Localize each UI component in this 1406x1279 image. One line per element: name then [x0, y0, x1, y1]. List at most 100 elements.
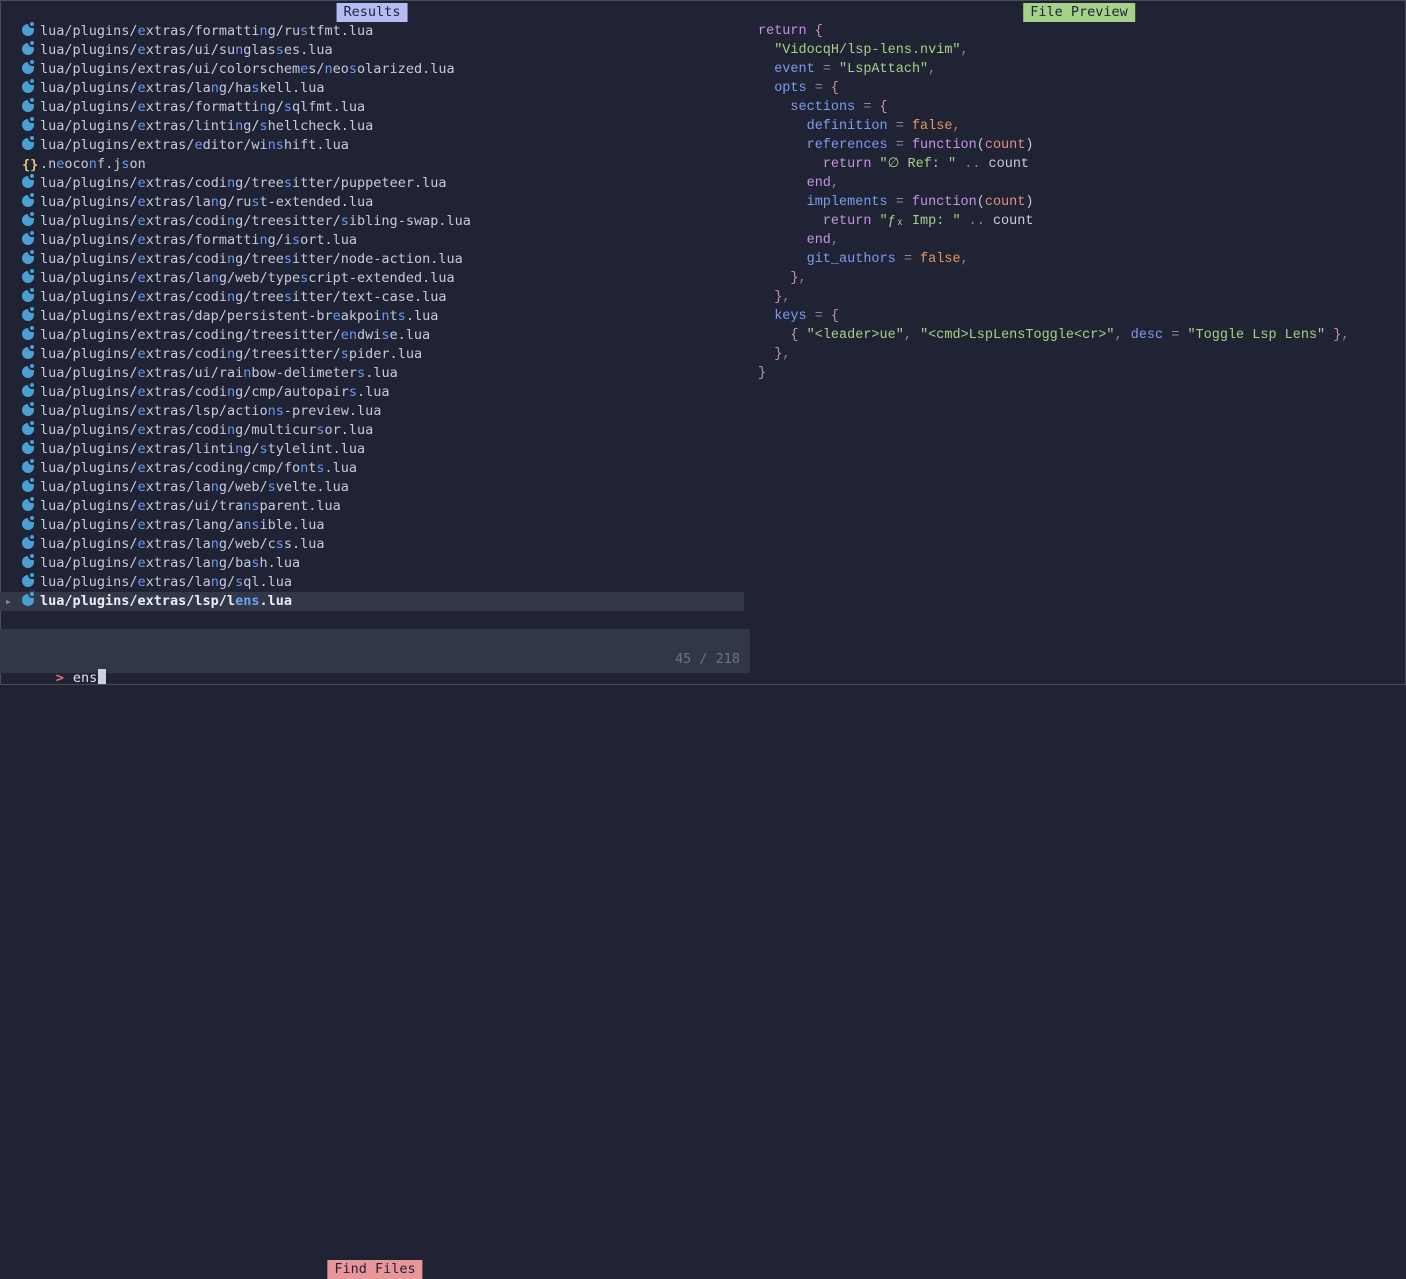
result-row[interactable]: lua/plugins/extras/editor/winshift.lua: [0, 136, 744, 155]
result-row[interactable]: lua/plugins/extras/coding/treesitter/pup…: [0, 174, 744, 193]
file-path: lua/plugins/extras/formatting/rustfmt.lu…: [40, 23, 373, 39]
lua-icon: [22, 403, 40, 416]
file-path: lua/plugins/extras/editor/winshift.lua: [40, 137, 349, 153]
lua-icon: [22, 308, 40, 321]
file-path: lua/plugins/extras/lang/sql.lua: [40, 574, 292, 590]
result-row[interactable]: ▸lua/plugins/extras/lsp/lens.lua: [0, 592, 744, 611]
file-path: lua/plugins/extras/ui/rainbow-delimeters…: [40, 365, 398, 381]
result-row[interactable]: {}.neoconf.json: [0, 155, 744, 174]
result-row[interactable]: lua/plugins/extras/lang/rust-extended.lu…: [0, 193, 744, 212]
result-row[interactable]: lua/plugins/extras/coding/treesitter/nod…: [0, 250, 744, 269]
lua-icon: [22, 61, 40, 74]
prompt-title: Find Files: [327, 1260, 422, 1279]
file-path: lua/plugins/extras/coding/treesitter/sib…: [40, 213, 471, 229]
lua-icon: [22, 384, 40, 397]
result-row[interactable]: lua/plugins/extras/formatting/sqlfmt.lua: [0, 98, 744, 117]
preview-code: return { "VidocqH/lsp-lens.nvim", event …: [758, 22, 1350, 383]
result-row[interactable]: lua/plugins/extras/coding/treesitter/sib…: [0, 212, 744, 231]
result-row[interactable]: lua/plugins/extras/coding/multicursor.lu…: [0, 421, 744, 440]
result-row[interactable]: lua/plugins/extras/lsp/actions-preview.l…: [0, 402, 744, 421]
file-path: lua/plugins/extras/coding/multicursor.lu…: [40, 422, 373, 438]
result-row[interactable]: lua/plugins/extras/lang/web/typescript-e…: [0, 269, 744, 288]
lua-icon: [22, 80, 40, 93]
file-path: lua/plugins/extras/coding/cmp/fonts.lua: [40, 460, 357, 476]
preview-title: File Preview: [1023, 3, 1135, 22]
file-path: lua/plugins/extras/lsp/actions-preview.l…: [40, 403, 381, 419]
text-cursor: [98, 669, 106, 684]
result-row[interactable]: lua/plugins/extras/ui/colorschemes/neoso…: [0, 60, 744, 79]
result-row[interactable]: lua/plugins/extras/coding/cmp/autopairs.…: [0, 383, 744, 402]
lua-icon: [22, 422, 40, 435]
lua-icon: [22, 270, 40, 283]
result-row[interactable]: lua/plugins/extras/lang/ansible.lua: [0, 516, 744, 535]
result-row[interactable]: lua/plugins/extras/ui/transparent.lua: [0, 497, 744, 516]
lua-icon: [22, 555, 40, 568]
result-row[interactable]: lua/plugins/extras/ui/sunglasses.lua: [0, 41, 744, 60]
result-row[interactable]: lua/plugins/extras/lang/sql.lua: [0, 573, 744, 592]
result-row[interactable]: lua/plugins/extras/coding/treesitter/tex…: [0, 288, 744, 307]
lua-icon: [22, 517, 40, 530]
lua-icon: [22, 536, 40, 549]
lua-icon: [22, 289, 40, 302]
telescope-window: Results File Preview lua/plugins/extras/…: [0, 0, 1406, 685]
lua-icon: [22, 42, 40, 55]
file-path: lua/plugins/extras/lang/web/css.lua: [40, 536, 325, 552]
lua-icon: [22, 118, 40, 131]
lua-icon: [22, 498, 40, 511]
file-path: lua/plugins/extras/coding/treesitter/pup…: [40, 175, 446, 191]
lua-icon: [22, 574, 40, 587]
file-path: lua/plugins/extras/lang/web/svelte.lua: [40, 479, 349, 495]
file-path: lua/plugins/extras/coding/treesitter/tex…: [40, 289, 446, 305]
result-row[interactable]: lua/plugins/extras/lang/web/css.lua: [0, 535, 744, 554]
lua-icon: [22, 593, 40, 606]
search-input[interactable]: ens: [73, 670, 97, 686]
file-path: lua/plugins/extras/lsp/lens.lua: [40, 593, 292, 609]
results-title: Results: [337, 3, 408, 22]
lua-icon: [22, 99, 40, 112]
result-row[interactable]: lua/plugins/extras/linting/shellcheck.lu…: [0, 117, 744, 136]
results-list: lua/plugins/extras/formatting/rustfmt.lu…: [0, 22, 744, 611]
file-path: lua/plugins/extras/coding/treesitter/nod…: [40, 251, 463, 267]
prompt-bar[interactable]: Find Files >ens 45 / 218: [0, 629, 750, 673]
file-path: lua/plugins/extras/dap/persistent-breakp…: [40, 308, 438, 324]
lua-icon: [22, 251, 40, 264]
file-path: lua/plugins/extras/lang/haskell.lua: [40, 80, 325, 96]
result-row[interactable]: lua/plugins/extras/lang/bash.lua: [0, 554, 744, 573]
file-path: lua/plugins/extras/lang/rust-extended.lu…: [40, 194, 373, 210]
file-path: lua/plugins/extras/lang/bash.lua: [40, 555, 300, 571]
file-path: lua/plugins/extras/ui/sunglasses.lua: [40, 42, 333, 58]
lua-icon: [22, 232, 40, 245]
file-path: lua/plugins/extras/coding/treesitter/end…: [40, 327, 430, 343]
file-path: .neoconf.json: [40, 156, 146, 172]
file-path: lua/plugins/extras/formatting/isort.lua: [40, 232, 357, 248]
lua-icon: [22, 194, 40, 207]
result-row[interactable]: lua/plugins/extras/coding/treesitter/spi…: [0, 345, 744, 364]
lua-icon: [22, 327, 40, 340]
lua-icon: [22, 213, 40, 226]
file-path: lua/plugins/extras/ui/colorschemes/neoso…: [40, 61, 455, 77]
lua-icon: [22, 441, 40, 454]
lua-icon: [22, 365, 40, 378]
lua-icon: [22, 460, 40, 473]
file-path: lua/plugins/extras/ui/transparent.lua: [40, 498, 341, 514]
file-path: lua/plugins/extras/coding/treesitter/spi…: [40, 346, 422, 362]
lua-icon: [22, 346, 40, 359]
result-row[interactable]: lua/plugins/extras/ui/rainbow-delimeters…: [0, 364, 744, 383]
file-path: lua/plugins/extras/coding/cmp/autopairs.…: [40, 384, 390, 400]
result-counter: 45 / 218: [675, 650, 740, 669]
lua-icon: [22, 175, 40, 188]
result-row[interactable]: lua/plugins/extras/linting/stylelint.lua: [0, 440, 744, 459]
result-row[interactable]: lua/plugins/extras/coding/treesitter/end…: [0, 326, 744, 345]
result-row[interactable]: lua/plugins/extras/coding/cmp/fonts.lua: [0, 459, 744, 478]
file-path: lua/plugins/extras/linting/stylelint.lua: [40, 441, 365, 457]
file-path: lua/plugins/extras/lang/web/typescript-e…: [40, 270, 455, 286]
result-row[interactable]: lua/plugins/extras/formatting/isort.lua: [0, 231, 744, 250]
result-row[interactable]: lua/plugins/extras/dap/persistent-breakp…: [0, 307, 744, 326]
result-row[interactable]: lua/plugins/extras/lang/haskell.lua: [0, 79, 744, 98]
lua-icon: [22, 137, 40, 150]
lua-icon: [22, 479, 40, 492]
prompt-caret-icon: >: [56, 670, 64, 686]
result-row[interactable]: lua/plugins/extras/lang/web/svelte.lua: [0, 478, 744, 497]
json-icon: {}: [22, 156, 40, 169]
result-row[interactable]: lua/plugins/extras/formatting/rustfmt.lu…: [0, 22, 744, 41]
